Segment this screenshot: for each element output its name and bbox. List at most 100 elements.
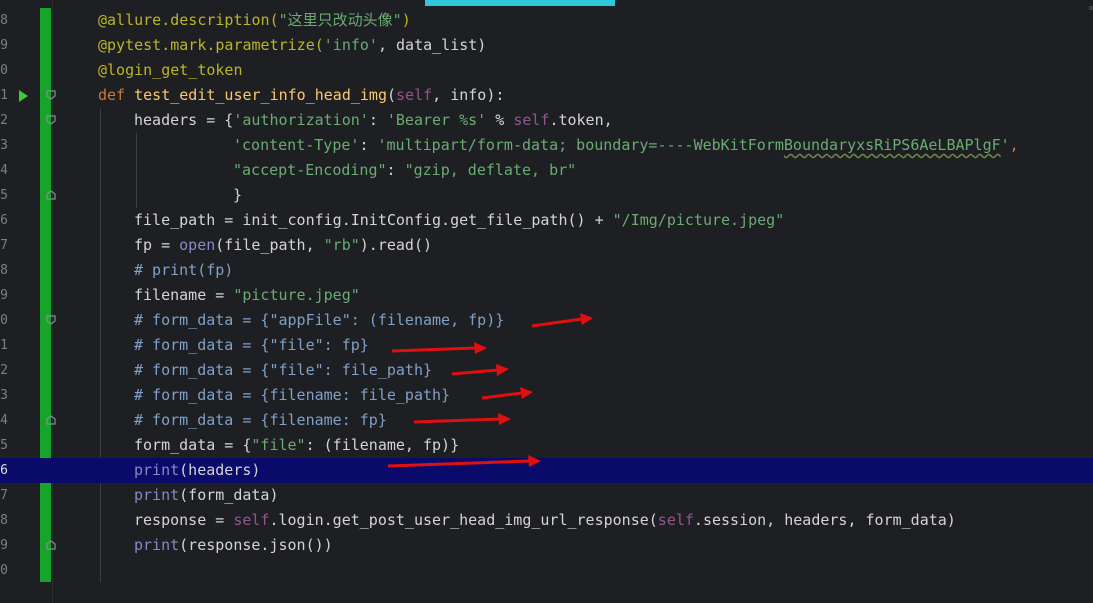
red-arrow-icon — [387, 455, 541, 468]
active-tab-indicator — [425, 0, 615, 6]
line-number: 8 — [0, 263, 8, 278]
code-line[interactable]: 6 file_path = init_config.InitConfig.get… — [0, 208, 1093, 233]
code-line[interactable]: 0 @login_get_token — [0, 58, 1093, 83]
code-text[interactable]: @login_get_token — [98, 58, 243, 83]
code-plain: (headers) — [179, 461, 261, 479]
line-number: 6 — [0, 463, 8, 478]
line-number: 4 — [0, 413, 8, 428]
code-text[interactable]: # print(fp) — [134, 258, 233, 283]
decorator: @allure.description( — [98, 11, 279, 29]
code-line[interactable]: 3 # form_data = {filename: file_path} — [0, 383, 1093, 408]
line-number: 1 — [0, 88, 8, 103]
code-text[interactable]: print(response.json()) — [134, 533, 333, 558]
fold-pentagon-icon[interactable] — [46, 190, 56, 200]
line-number: 0 — [0, 63, 8, 78]
code-plain: file_path = init_config.InitConfig.get_f… — [134, 211, 613, 229]
decorator: ) — [401, 11, 411, 29]
code-line[interactable]: 4 "accept-Encoding": "gzip, deflate, br" — [0, 158, 1093, 183]
code-plain: , info): — [432, 86, 505, 104]
code-line[interactable]: 3 'content-Type': 'multipart/form-data; … — [0, 133, 1093, 158]
comment: # print(fp) — [134, 261, 234, 279]
code-text[interactable]: "accept-Encoding": "gzip, deflate, br" — [233, 158, 576, 183]
code-text[interactable]: # form_data = {filename: file_path} — [134, 383, 450, 408]
code-line[interactable]: 2 headers = {'authorization': 'Bearer %s… — [0, 108, 1093, 133]
code-text[interactable]: file_path = init_config.InitConfig.get_f… — [134, 208, 784, 233]
line-number: 9 — [0, 38, 8, 53]
code-line[interactable]: 5 form_data = {"file": (filename, fp)} — [0, 433, 1093, 458]
code-text[interactable]: 'content-Type': 'multipart/form-data; bo… — [233, 133, 1019, 158]
fold-pentagon-icon[interactable] — [46, 415, 56, 425]
keyword: def — [98, 86, 135, 104]
comment: # form_data = {filename: fp} — [134, 411, 387, 429]
run-triangle-icon[interactable] — [19, 90, 28, 102]
string: 'multipart/form-data; boundary=----WebKi… — [377, 136, 784, 154]
fold-pentagon-icon[interactable] — [46, 90, 56, 100]
line-number: 4 — [0, 163, 8, 178]
code-line[interactable]: 1 # form_data = {"file": fp} — [0, 333, 1093, 358]
code-line[interactable]: 7 print(form_data) — [0, 483, 1093, 508]
code-editor[interactable]: 8 @allure.description("这里只改动头像") 9 @pyte… — [0, 0, 1093, 603]
code-text[interactable]: print(headers) — [134, 458, 260, 483]
code-plain: : — [386, 161, 405, 179]
fold-pentagon-icon[interactable] — [46, 115, 56, 125]
current-code-line[interactable]: 6 print(headers) — [0, 458, 1093, 483]
fold-pentagon-icon[interactable] — [46, 315, 56, 325]
line-number: 7 — [0, 238, 8, 253]
code-text[interactable]: print(form_data) — [134, 483, 279, 508]
comment: # form_data = {"file": file_path} — [134, 361, 433, 379]
code-line[interactable]: 8 @allure.description("这里只改动头像") — [0, 8, 1093, 33]
comma: , — [1009, 136, 1019, 154]
line-number: 2 — [0, 113, 8, 128]
line-number: 3 — [0, 388, 8, 403]
code-text[interactable]: # form_data = {"file": fp} — [134, 333, 369, 358]
string: "这里只改动头像" — [278, 11, 402, 29]
string: 'authorization' — [233, 111, 369, 129]
code-text[interactable]: @allure.description("这里只改动头像") — [98, 8, 411, 33]
line-number: 5 — [0, 438, 8, 453]
code-plain: : — [359, 136, 378, 154]
code-line[interactable]: 2 # form_data = {"file": file_path} — [0, 358, 1093, 383]
red-arrow-icon — [481, 387, 533, 400]
fold-pentagon-icon[interactable] — [46, 540, 56, 550]
self-keyword: self — [396, 86, 433, 104]
code-plain: } — [233, 186, 243, 204]
code-text[interactable]: # form_data = {"file": file_path} — [134, 358, 432, 383]
line-number: 6 — [0, 213, 8, 228]
comment: # form_data = {"appFile": (filename, fp)… — [134, 311, 505, 329]
code-text[interactable]: headers = {'authorization': 'Bearer %s' … — [134, 108, 613, 133]
code-line[interactable]: 5 } — [0, 183, 1093, 208]
line-number: 8 — [0, 13, 8, 28]
code-line[interactable]: 8 # print(fp) — [0, 258, 1093, 283]
code-text[interactable]: filename = "picture.jpeg" — [134, 283, 360, 308]
code-text[interactable]: fp = open(file_path, "rb").read() — [134, 233, 432, 258]
code-text[interactable]: # form_data = {"appFile": (filename, fp)… — [134, 308, 504, 333]
code-line[interactable]: 1 def test_edit_user_info_head_img(self,… — [0, 83, 1093, 108]
self-keyword: self — [233, 511, 270, 529]
code-line[interactable]: 0 — [0, 558, 1093, 583]
line-number: 9 — [0, 288, 8, 303]
line-number: 3 — [0, 138, 8, 153]
line-number: 7 — [0, 488, 8, 503]
code-line[interactable]: 4 # form_data = {filename: fp} — [0, 408, 1093, 433]
code-text[interactable]: } — [233, 183, 242, 208]
code-plain: filename = — [134, 286, 234, 304]
comment: # form_data = {filename: file_path} — [134, 386, 451, 404]
code-plain: ( — [387, 86, 397, 104]
code-line[interactable]: 9 print(response.json()) — [0, 533, 1093, 558]
code-text[interactable]: # form_data = {filename: fp} — [134, 408, 387, 433]
code-line[interactable]: 9 @pytest.mark.parametrize('info', data_… — [0, 33, 1093, 58]
line-number: 5 — [0, 188, 8, 203]
code-line[interactable]: 7 fp = open(file_path, "rb").read() — [0, 233, 1093, 258]
line-number: 1 — [0, 338, 8, 353]
string: "/Img/picture.jpeg" — [612, 211, 785, 229]
code-line[interactable]: 8 response = self.login.get_post_user_he… — [0, 508, 1093, 533]
code-text[interactable]: response = self.login.get_post_user_head… — [134, 508, 956, 533]
code-line[interactable]: 9 filename = "picture.jpeg" — [0, 283, 1093, 308]
code-plain: ).read() — [359, 236, 433, 254]
code-text[interactable]: def test_edit_user_info_head_img(self, i… — [98, 83, 504, 108]
line-number: 0 — [0, 313, 8, 328]
red-arrow-icon — [531, 313, 593, 328]
code-text[interactable]: @pytest.mark.parametrize('info', data_li… — [98, 33, 486, 58]
comment: # form_data = {"file": fp} — [134, 336, 369, 354]
spellcheck-typo: BoundaryxsRiPS6AeLBAPlgF — [783, 136, 1001, 154]
